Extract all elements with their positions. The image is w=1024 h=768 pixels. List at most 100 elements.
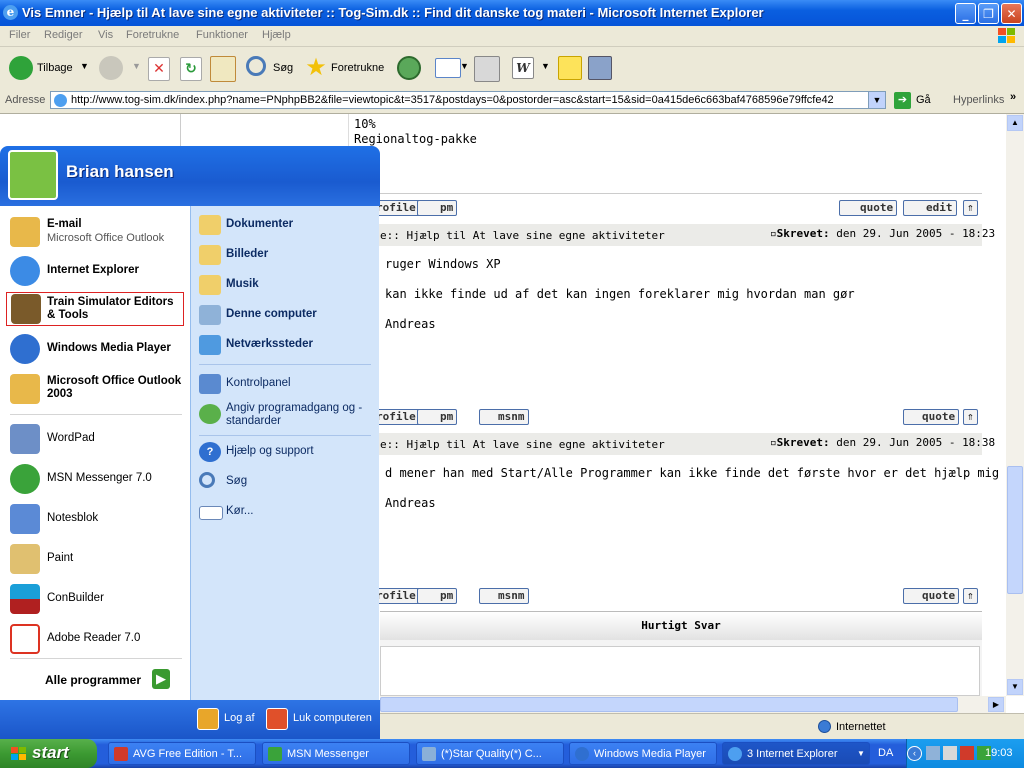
sm-item-email[interactable]: E-mail Microsoft Office Outlook [10,217,186,249]
task-windows-media-player[interactable]: Windows Media Player [569,742,717,765]
scroll-up-icon[interactable]: ▲ [1007,115,1023,131]
top-button-2[interactable]: ⇑ [963,409,978,425]
shutdown-power-icon[interactable] [266,708,288,730]
avg-tray-icon[interactable] [960,746,974,760]
home-icon[interactable] [210,56,236,82]
shutdown-button[interactable]: Luk computeren [293,712,372,724]
start-menu-header: Brian hansen [0,146,380,206]
hscroll-thumb-visible[interactable] [380,697,958,712]
scroll-right-icon[interactable]: ▶ [988,697,1004,712]
tray-expand-chevron-icon[interactable]: ‹ [907,746,922,761]
network-tray-icon[interactable] [926,746,940,760]
links-label[interactable]: Hyperlinks [953,94,1004,106]
sm-right-koer[interactable]: Kør... [199,500,375,526]
back-button-label[interactable]: Tilbage [37,62,73,74]
search-button-label[interactable]: Søg [273,62,293,74]
forward-arrow-icon[interactable] [99,56,123,80]
sm-item-train-simulator[interactable]: Train Simulator Editors & Tools [6,292,184,326]
address-url[interactable]: http://www.tog-sim.dk/index.php?name=PNp… [71,94,834,106]
msnm-button-2[interactable]: msnm [479,588,529,604]
back-arrow-icon[interactable] [9,56,33,80]
menu-vis[interactable]: Vis [98,29,113,41]
close-button[interactable]: ✕ [1001,3,1022,24]
task-internet-explorer-group[interactable]: 3 Internet Explorer ▼ [722,742,870,765]
user-avatar-frog-icon[interactable] [8,150,58,200]
top-button-3[interactable]: ⇑ [963,588,978,604]
sm-item-wordpad[interactable]: WordPad [10,424,186,456]
address-dropdown-icon[interactable]: ▼ [868,92,885,108]
task-label: MSN Messenger [287,748,369,760]
pm-button[interactable]: pm [417,200,458,216]
discuss-icon[interactable] [558,56,582,80]
address-input[interactable]: http://www.tog-sim.dk/index.php?name=PNp… [50,91,886,109]
edit-word-icon[interactable]: W [512,57,534,79]
edit-dropdown-icon[interactable]: ▼ [541,61,550,71]
top-button[interactable]: ⇑ [963,200,978,216]
sm-label: Adobe Reader 7.0 [47,632,141,644]
start-button[interactable]: start [0,739,97,768]
post-icon: ▫ [770,227,777,240]
links-chevron-icon[interactable]: » [1010,91,1016,103]
volume-tray-icon[interactable] [943,746,957,760]
task-avg[interactable]: AVG Free Edition - T... [108,742,256,765]
mail-dropdown-icon[interactable]: ▼ [460,61,469,71]
sm-right-musik[interactable]: Musik [199,273,375,299]
menu-funktioner[interactable]: Funktioner [196,29,248,41]
quote-button-3[interactable]: quote [903,588,960,604]
sm-item-internet-explorer[interactable]: Internet Explorer [10,256,186,288]
edit-button[interactable]: edit [903,200,957,216]
menu-filer[interactable]: Filer [9,29,30,41]
sm-right-programadgang[interactable]: Angiv programadgang og -standarder [199,402,375,432]
all-programs-button[interactable]: Alle programmer ▶ [10,666,186,696]
window-title: Vis Emner - Hjælp til At lave sine egne … [22,5,764,20]
pm-button-2[interactable]: pm [417,409,458,425]
sm-item-outlook-2003[interactable]: Microsoft Office Outlook 2003 [10,374,186,406]
maximize-button[interactable]: ❐ [978,3,999,24]
sm-right-soeg[interactable]: Søg [199,470,375,496]
log-off-key-icon[interactable] [197,708,219,730]
sm-right-dokumenter[interactable]: Dokumenter [199,213,375,239]
back-dropdown-icon[interactable]: ▼ [80,61,89,71]
forward-dropdown-icon[interactable]: ▼ [132,61,141,71]
task-msn-messenger[interactable]: MSN Messenger [262,742,410,765]
go-arrow-icon[interactable]: ➔ [894,92,911,109]
sm-right-hjaelp-og-support[interactable]: ? Hjælp og support [199,440,375,466]
sm-item-windows-media-player[interactable]: Windows Media Player [10,334,186,366]
quick-reply-textarea[interactable] [380,646,980,696]
sm-item-notesblok[interactable]: Notesblok [10,504,186,536]
sm-item-paint[interactable]: Paint [10,544,186,576]
scroll-down-icon[interactable]: ▼ [1007,679,1023,695]
sm-item-conbuilder[interactable]: ConBuilder [10,584,186,616]
print-icon[interactable] [474,56,500,82]
title-bar: e Vis Emner - Hjælp til At lave sine egn… [0,0,1024,26]
menu-foretrukne[interactable]: Foretrukne [126,29,179,41]
scroll-thumb[interactable] [1007,466,1023,594]
menu-rediger[interactable]: Rediger [44,29,83,41]
log-off-button[interactable]: Log af [224,712,255,724]
history-icon[interactable] [397,56,421,80]
sm-right-kontrolpanel[interactable]: Kontrolpanel [199,372,375,398]
minimize-button[interactable]: _ [955,3,976,24]
msnm-button[interactable]: msnm [479,409,529,425]
refresh-icon[interactable]: ↻ [180,57,202,81]
vertical-scrollbar[interactable]: ▲ ▼ [1006,114,1024,696]
stop-icon[interactable]: ✕ [148,57,170,81]
menu-hjaelp[interactable]: Hjælp [262,29,291,41]
research-icon[interactable] [588,56,612,80]
pm-button-3[interactable]: pm [417,588,458,604]
sm-item-adobe-reader[interactable]: Adobe Reader 7.0 [10,624,186,656]
sm-item-msn-messenger[interactable]: MSN Messenger 7.0 [10,464,186,496]
search-icon[interactable] [246,56,266,76]
sm-right-billeder[interactable]: Billeder [199,243,375,269]
mail-icon[interactable] [435,58,461,78]
go-button[interactable]: Gå [916,94,931,106]
quote-button[interactable]: quote [839,200,898,216]
language-indicator[interactable]: DA [878,747,893,759]
horizontal-scrollbar[interactable]: ▶ [380,696,1006,713]
sm-right-netvaerkssteder[interactable]: Netværkssteder [199,333,375,359]
favorites-button-label[interactable]: Foretrukne [331,62,384,74]
task-star-quality[interactable]: (*)Star Quality(*) C... [416,742,564,765]
favorites-star-icon[interactable]: ★ [304,55,328,79]
quote-button-2[interactable]: quote [903,409,960,425]
sm-right-denne-computer[interactable]: Denne computer [199,303,375,329]
